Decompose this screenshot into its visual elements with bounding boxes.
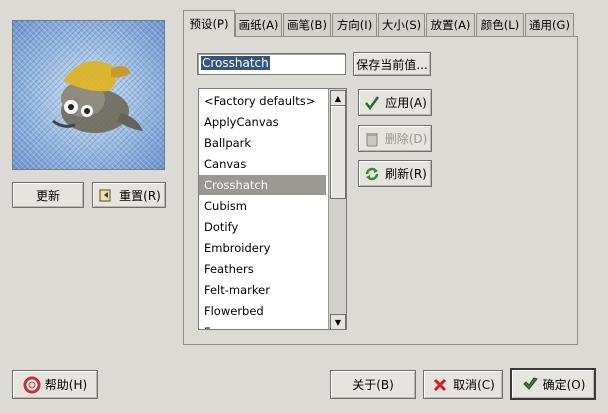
list-item[interactable]: <Factory defaults> bbox=[199, 91, 326, 111]
tab-placement[interactable]: 放置(A) bbox=[426, 13, 475, 36]
save-current-button[interactable]: 保存当前值... bbox=[353, 52, 431, 76]
about-button[interactable]: 关于(B) bbox=[330, 370, 416, 399]
tab-color[interactable]: 颜色(L) bbox=[476, 13, 524, 36]
preview-refresh-label: 更新 bbox=[35, 188, 60, 203]
list-item[interactable]: Felt-marker bbox=[199, 280, 326, 300]
lifebuoy-icon bbox=[23, 376, 41, 394]
list-item[interactable]: ApplyCanvas bbox=[199, 112, 326, 132]
reset-label: 重置(R) bbox=[119, 188, 161, 203]
apply-button[interactable]: 应用(A) bbox=[358, 89, 432, 116]
reset-button[interactable]: 重置(R) bbox=[92, 182, 166, 208]
scroll-down-icon[interactable]: ▼ bbox=[330, 314, 346, 329]
help-label: 帮助(H) bbox=[44, 378, 88, 392]
x-icon bbox=[431, 376, 449, 394]
ok-icon bbox=[521, 375, 539, 393]
trash-icon bbox=[363, 130, 381, 148]
list-item[interactable]: F bbox=[199, 322, 326, 329]
delete-label: 删除(D) bbox=[384, 132, 428, 146]
list-item[interactable]: Feathers bbox=[199, 259, 326, 279]
list-item[interactable]: Cubism bbox=[199, 196, 326, 216]
save-current-label: 保存当前值... bbox=[356, 57, 428, 72]
preview-refresh-button[interactable]: 更新 bbox=[12, 182, 84, 208]
about-label: 关于(B) bbox=[352, 378, 394, 392]
tab-orientation[interactable]: 方向(I) bbox=[332, 13, 377, 36]
help-button[interactable]: 帮助(H) bbox=[12, 370, 98, 399]
cancel-button[interactable]: 取消(C) bbox=[423, 370, 503, 399]
preset-list[interactable]: <Factory defaults> ApplyCanvas Ballpark … bbox=[198, 88, 347, 330]
wilber-mascot-image bbox=[52, 61, 143, 133]
tab-paper[interactable]: 画纸(A) bbox=[235, 13, 282, 36]
tab-general[interactable]: 通用(G) bbox=[525, 13, 574, 36]
ok-label: 确定(O) bbox=[542, 377, 586, 392]
reset-icon bbox=[97, 186, 115, 204]
check-icon bbox=[363, 94, 381, 112]
tab-size[interactable]: 大小(S) bbox=[378, 13, 425, 36]
scroll-up-icon[interactable]: ▲ bbox=[330, 90, 346, 106]
preset-name-input[interactable]: Crosshatch bbox=[197, 53, 346, 75]
tab-presets[interactable]: 预设(P) bbox=[183, 10, 235, 37]
tab-brush[interactable]: 画笔(B) bbox=[283, 13, 331, 36]
list-item[interactable]: Flowerbed bbox=[199, 301, 326, 321]
refresh-button[interactable]: 刷新(R) bbox=[358, 160, 432, 187]
list-item[interactable]: Embroidery bbox=[199, 238, 326, 258]
list-item-selected[interactable]: Crosshatch bbox=[199, 175, 326, 195]
refresh-icon bbox=[363, 165, 381, 183]
delete-button[interactable]: 删除(D) bbox=[358, 125, 432, 152]
cancel-label: 取消(C) bbox=[453, 378, 495, 392]
list-item[interactable]: Dotify bbox=[199, 217, 326, 237]
list-scrollbar[interactable]: ▲ ▼ bbox=[328, 89, 346, 329]
scroll-thumb[interactable] bbox=[330, 105, 346, 199]
preset-name-text: Crosshatch bbox=[201, 56, 270, 70]
list-item[interactable]: Ballpark bbox=[199, 133, 326, 153]
apply-label: 应用(A) bbox=[385, 96, 427, 110]
list-item[interactable]: Canvas bbox=[199, 154, 326, 174]
preview-image bbox=[12, 20, 165, 170]
refresh-label: 刷新(R) bbox=[385, 167, 427, 181]
ok-button[interactable]: 确定(O) bbox=[510, 368, 596, 400]
